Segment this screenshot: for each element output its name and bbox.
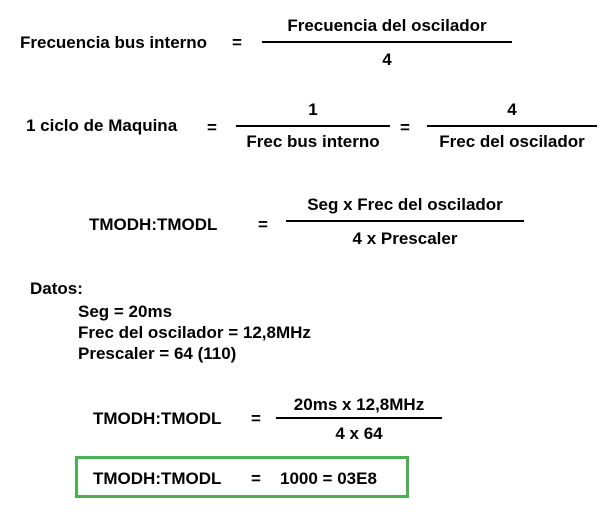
eq2-numerator-2: 4 bbox=[507, 100, 517, 119]
result-value: 1000 = 03E8 bbox=[280, 469, 377, 488]
eq1-lhs: Frecuencia bus interno bbox=[20, 33, 208, 52]
eq3-equals: = bbox=[258, 215, 268, 234]
eq4-numerator: 20ms x 12,8MHz bbox=[293, 395, 425, 414]
eq4-denominator: 4 x 64 bbox=[335, 424, 383, 443]
eq4-equals: = bbox=[251, 409, 261, 428]
eq2-fraction-bar-2 bbox=[427, 125, 597, 127]
eq2-numerator-1: 1 bbox=[308, 100, 318, 119]
eq2-lhs: 1 ciclo de Maquina bbox=[26, 116, 178, 135]
eq1-numerator: Frecuencia del oscilador bbox=[287, 16, 487, 35]
eq3-fraction-bar bbox=[286, 220, 524, 222]
eq2-equals-1: = bbox=[207, 118, 217, 137]
eq4-lhs: TMODH:TMODL bbox=[93, 409, 222, 428]
eq2-fraction-bar-1 bbox=[236, 125, 390, 127]
eq1-equals: = bbox=[232, 33, 242, 52]
eq2-denominator-2: Frec del oscilador bbox=[439, 132, 585, 151]
eq1-fraction-bar bbox=[262, 41, 512, 43]
eq2-denominator-1: Frec bus interno bbox=[246, 132, 380, 151]
result-lhs: TMODH:TMODL bbox=[93, 469, 222, 488]
eq3-numerator: Seg x Frec del oscilador bbox=[307, 195, 503, 214]
eq2-equals-2: = bbox=[400, 118, 410, 137]
datos-title: Datos: bbox=[30, 279, 83, 298]
eq4-fraction-bar bbox=[276, 417, 442, 419]
formula-document: { "eq1": { "lhs": "Frecuencia bus intern… bbox=[0, 0, 611, 523]
datos-item-prescaler: Prescaler = 64 (110) bbox=[78, 344, 237, 363]
datos-item-frec: Frec del oscilador = 12,8MHz bbox=[78, 323, 311, 342]
eq1-denominator: 4 bbox=[382, 50, 392, 69]
eq3-lhs: TMODH:TMODL bbox=[89, 215, 218, 234]
datos-item-seg: Seg = 20ms bbox=[78, 302, 173, 321]
eq3-denominator: 4 x Prescaler bbox=[352, 229, 458, 248]
result-equals: = bbox=[251, 469, 261, 488]
